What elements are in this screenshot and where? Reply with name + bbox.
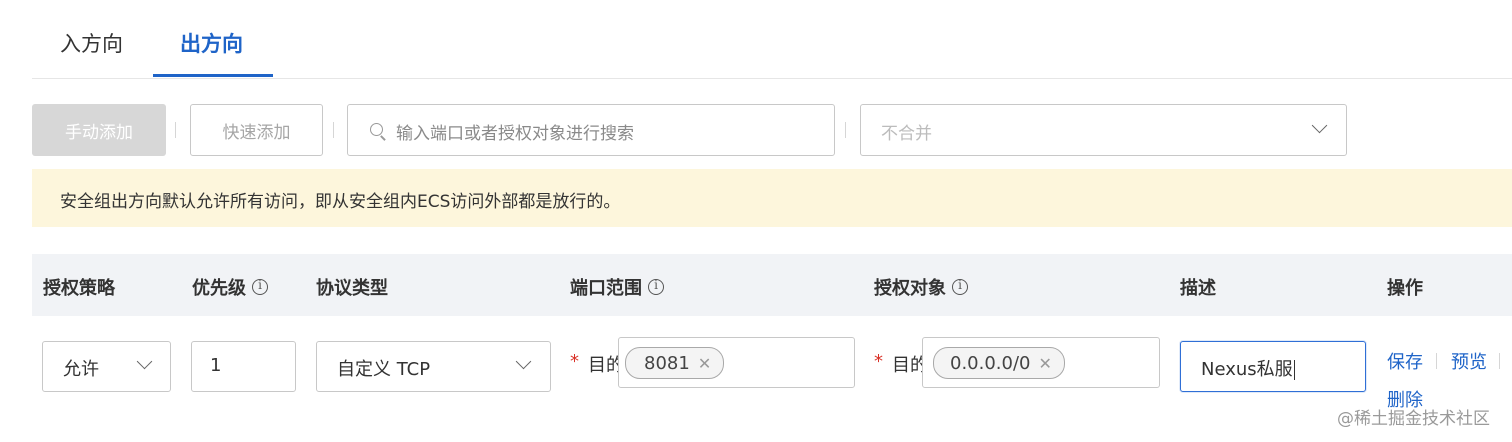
auth-object-input[interactable]: 0.0.0.0/0 ✕ [922, 337, 1160, 388]
policy-value: 允许 [63, 359, 99, 380]
merge-select[interactable]: 不合并 [860, 104, 1347, 156]
priority-input[interactable]: 1 [191, 341, 296, 392]
header-port-range-label: 端口范围 [570, 278, 642, 299]
header-protocol: 协议类型 [316, 274, 388, 300]
policy-select[interactable]: 允许 [42, 341, 171, 392]
table-header: 授权策略 优先级 协议类型 端口范围 授权对象 描述 操作 [32, 254, 1512, 316]
port-tag: 8081 ✕ [625, 347, 725, 379]
active-tab-indicator [153, 74, 273, 77]
header-policy: 授权策略 [43, 274, 115, 300]
header-auth-object: 授权对象 [874, 274, 968, 300]
close-icon[interactable]: ✕ [1039, 354, 1052, 373]
toolbar-divider [175, 122, 176, 138]
info-icon[interactable] [648, 278, 664, 295]
chevron-down-icon [136, 353, 153, 370]
action-divider [1436, 353, 1437, 369]
protocol-value: 自定义 TCP [337, 359, 431, 380]
header-priority-label: 优先级 [192, 278, 246, 299]
description-text: Nexus私服 [1201, 359, 1293, 380]
manual-add-button[interactable]: 手动添加 [32, 104, 166, 156]
watermark: @稀土掘金技术社区 [1337, 409, 1490, 429]
header-auth-object-label: 授权对象 [874, 278, 946, 299]
header-description: 描述 [1180, 274, 1216, 300]
security-group-rules-page: 入方向 出方向 手动添加 快速添加 输入端口或者授权对象进行搜索 不合并 安全组… [0, 0, 1512, 442]
info-icon[interactable] [252, 278, 268, 295]
save-link[interactable]: 保存 [1387, 348, 1423, 374]
port-range-input[interactable]: 8081 ✕ [618, 337, 855, 388]
search-placeholder: 输入端口或者授权对象进行搜索 [396, 124, 634, 144]
object-tag: 0.0.0.0/0 ✕ [933, 347, 1065, 379]
notice-banner: 安全组出方向默认允许所有访问，即从安全组内ECS访问外部都是放行的。 [32, 169, 1512, 227]
header-priority: 优先级 [192, 274, 268, 300]
info-icon[interactable] [952, 278, 968, 295]
text-cursor [1293, 360, 1295, 380]
header-actions: 操作 [1387, 274, 1423, 300]
required-mark: * [874, 351, 883, 372]
header-description-label: 描述 [1180, 278, 1216, 299]
search-input[interactable]: 输入端口或者授权对象进行搜索 [347, 104, 835, 156]
tab-outbound[interactable]: 出方向 [180, 28, 243, 58]
toolbar-divider [845, 122, 846, 138]
header-port-range: 端口范围 [570, 274, 664, 300]
header-actions-label: 操作 [1387, 278, 1423, 299]
protocol-select[interactable]: 自定义 TCP [316, 341, 551, 392]
tab-inbound[interactable]: 入方向 [60, 28, 123, 58]
header-policy-label: 授权策略 [43, 278, 115, 299]
quick-add-button[interactable]: 快速添加 [190, 104, 323, 156]
priority-value: 1 [210, 355, 222, 376]
notice-text: 安全组出方向默认允许所有访问，即从安全组内ECS访问外部都是放行的。 [60, 192, 621, 212]
port-tag-value: 8081 [644, 352, 690, 374]
chevron-down-icon [1311, 117, 1328, 134]
search-icon [370, 123, 383, 136]
chevron-down-icon [515, 353, 532, 370]
header-protocol-label: 协议类型 [316, 278, 388, 299]
description-value: Nexus私服 [1201, 355, 1295, 381]
action-divider [1499, 353, 1500, 369]
required-mark: * [570, 351, 579, 372]
merge-select-value: 不合并 [881, 124, 932, 144]
preview-link[interactable]: 预览 [1451, 348, 1487, 374]
object-tag-value: 0.0.0.0/0 [950, 352, 1031, 374]
description-input[interactable]: Nexus私服 [1180, 341, 1366, 392]
toolbar-divider [333, 122, 334, 138]
direction-tabs: 入方向 出方向 [32, 0, 1512, 79]
close-icon[interactable]: ✕ [698, 354, 711, 373]
